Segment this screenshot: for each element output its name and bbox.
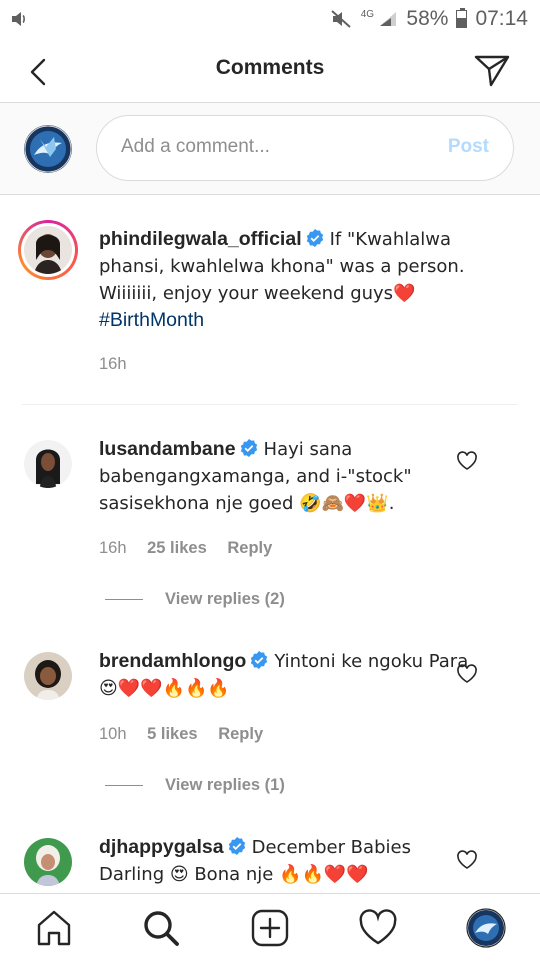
bottom-nav — [0, 893, 540, 961]
comment-composer: Add a comment... Post — [0, 103, 540, 195]
avatar[interactable] — [24, 652, 72, 700]
avatar — [24, 125, 72, 173]
view-replies-label: View replies (1) — [165, 776, 285, 794]
verified-badge-icon — [228, 837, 245, 855]
like-heart-icon[interactable] — [456, 450, 478, 472]
clock: 07:14 — [475, 7, 528, 30]
comment-text: lusandambane Hayi sana babengangxamanga, … — [99, 436, 479, 517]
comment-input-placeholder: Add a comment... — [121, 136, 270, 157]
like-heart-icon[interactable] — [456, 663, 478, 685]
likes-count[interactable]: 5 likes — [147, 725, 197, 743]
new-post-icon[interactable] — [250, 908, 290, 948]
reply-button[interactable]: Reply — [227, 539, 272, 557]
search-icon[interactable] — [141, 908, 181, 948]
share-icon[interactable] — [472, 50, 512, 90]
comments-list: phindilegwala_official If "Kwahlalwa phan… — [0, 195, 540, 892]
signal-icon — [380, 12, 397, 26]
header: Comments — [0, 38, 540, 103]
comment-text: djhappygalsa December Babies Darling 😍 Bo… — [99, 834, 479, 888]
divider — [105, 599, 143, 601]
username[interactable]: djhappygalsa — [99, 836, 224, 858]
verified-badge-icon — [240, 439, 257, 457]
reply-button[interactable]: Reply — [218, 725, 263, 743]
post-button[interactable]: Post — [448, 136, 489, 158]
comment-meta: 16h — [99, 355, 143, 374]
divider — [105, 785, 143, 787]
story-ring[interactable] — [18, 220, 78, 280]
timestamp: 16h — [99, 539, 127, 557]
comment-text: brendamhlongo Yintoni ke ngoku Para 😍❤️❤️… — [99, 648, 479, 702]
mute-icon — [331, 10, 352, 28]
network-type: 4G — [360, 9, 375, 20]
avatar[interactable] — [24, 440, 72, 488]
username[interactable]: lusandambane — [99, 438, 236, 460]
battery-icon — [456, 8, 468, 28]
view-replies-label: View replies (2) — [165, 590, 285, 608]
profile-avatar-icon[interactable] — [466, 908, 506, 948]
avatar[interactable] — [24, 838, 72, 886]
view-replies-button[interactable]: View replies (2) — [105, 590, 285, 609]
divider — [22, 404, 518, 405]
view-replies-button[interactable]: View replies (1) — [105, 776, 285, 795]
home-icon[interactable] — [34, 908, 74, 948]
volume-icon — [12, 12, 25, 26]
username[interactable]: phindilegwala_official — [99, 228, 302, 250]
likes-count[interactable]: 25 likes — [147, 539, 207, 557]
comment-meta: 10h 5 likes Reply — [99, 725, 279, 744]
battery-percent: 58% — [406, 7, 449, 30]
timestamp: 10h — [99, 725, 127, 743]
page-title: Comments — [215, 56, 325, 79]
status-bar: 4G 58% 07:14 — [0, 0, 540, 38]
like-heart-icon[interactable] — [456, 849, 478, 871]
caption-text: phindilegwala_official If "Kwahlalwa phan… — [99, 226, 479, 334]
username[interactable]: brendamhlongo — [99, 650, 246, 672]
hashtag-link[interactable]: #BirthMonth — [99, 309, 204, 331]
comment-input[interactable]: Add a comment... Post — [96, 115, 514, 181]
avatar — [24, 226, 72, 274]
activity-heart-icon[interactable] — [358, 908, 398, 948]
verified-badge-icon — [251, 651, 268, 669]
comment-meta: 16h 25 likes Reply — [99, 539, 288, 558]
timestamp: 16h — [99, 355, 127, 373]
verified-badge-icon — [306, 229, 323, 247]
